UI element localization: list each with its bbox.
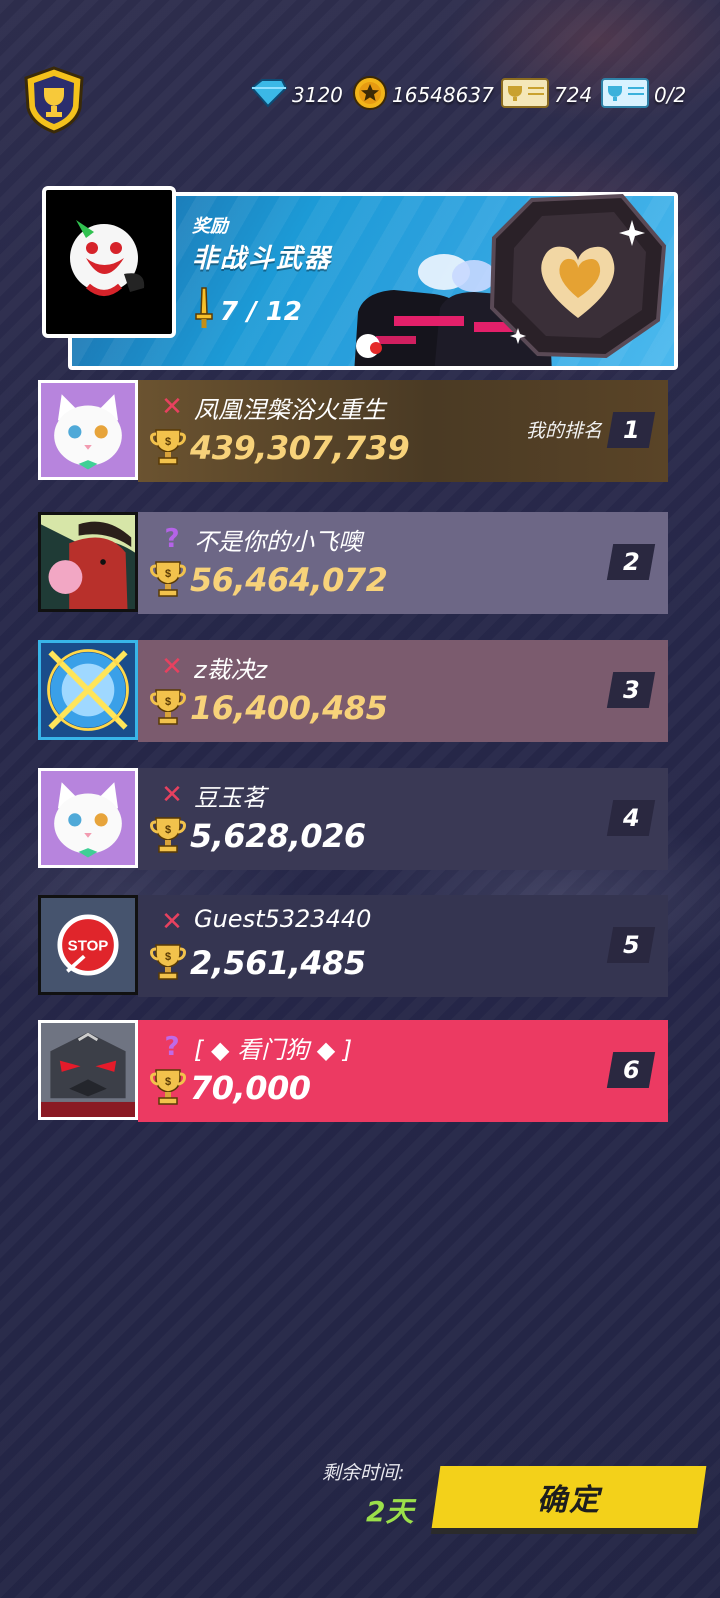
cross-status-icon: ✕ bbox=[161, 907, 183, 937]
trophy-icon: $ bbox=[150, 1066, 186, 1110]
leaderboard-row[interactable]: ✕ 豆玉茗 $5,628,026 4 bbox=[38, 768, 668, 870]
svg-text:$: $ bbox=[165, 1076, 171, 1088]
score-group: $56,464,072 bbox=[150, 558, 388, 602]
unknown-status-icon: ? bbox=[164, 524, 180, 554]
gem-icon bbox=[248, 78, 288, 113]
cross-status-icon: ✕ bbox=[161, 780, 183, 810]
player-name: z裁决z bbox=[194, 656, 268, 684]
unknown-status-icon: ? bbox=[164, 1032, 180, 1062]
reward-progress: 7 / 12 bbox=[192, 286, 302, 337]
trophy-tickets-value: 724 bbox=[554, 83, 593, 107]
player-score: 70,000 bbox=[190, 1069, 311, 1107]
remaining-time-value: 2天 bbox=[366, 1495, 414, 1528]
cross-status-icon: ✕ bbox=[161, 652, 183, 682]
player-score: 56,464,072 bbox=[190, 561, 388, 599]
special-tickets-counter[interactable]: 0/2 bbox=[600, 76, 687, 115]
player-name: Guest5323440 bbox=[194, 905, 372, 933]
rank-badge: 1 bbox=[606, 412, 656, 448]
sword-icon bbox=[192, 286, 216, 337]
coin-icon bbox=[352, 75, 388, 116]
reward-title: 奖励 bbox=[192, 216, 228, 237]
svg-text:$: $ bbox=[165, 568, 171, 580]
player-avatar[interactable] bbox=[38, 768, 138, 868]
coins-counter[interactable]: 16548637 bbox=[352, 75, 494, 112]
score-group: $70,000 bbox=[150, 1066, 311, 1110]
confirm-button-label: 确定 bbox=[537, 1483, 601, 1518]
reward-item-name: 非战斗武器 bbox=[192, 244, 333, 274]
score-group: $2,561,485 bbox=[150, 941, 366, 985]
cross-status-icon: ✕ bbox=[161, 392, 183, 422]
trophy-shield-icon bbox=[24, 66, 84, 134]
player-score: 439,307,739 bbox=[190, 429, 410, 467]
coins-value: 16548637 bbox=[392, 83, 494, 107]
remaining-time-label: 剩余时间: bbox=[322, 1462, 405, 1484]
rank-badge: 3 bbox=[606, 672, 656, 708]
trophy-icon: $ bbox=[150, 426, 186, 470]
trophy-icon: $ bbox=[150, 941, 186, 985]
score-group: $439,307,739 bbox=[150, 426, 410, 470]
gems-counter[interactable]: 3120 bbox=[248, 78, 343, 112]
player-score: 5,628,026 bbox=[190, 817, 366, 855]
blue-ticket-icon bbox=[600, 76, 650, 115]
gold-ticket-icon bbox=[500, 76, 550, 115]
rank-badge: 2 bbox=[606, 544, 656, 580]
trophy-menu-button[interactable] bbox=[18, 64, 90, 136]
leaderboard-row[interactable]: ✕ z裁决z $16,400,485 3 bbox=[38, 640, 668, 742]
player-avatar[interactable] bbox=[38, 1020, 138, 1120]
rank-number: 2 bbox=[622, 548, 640, 576]
svg-text:$: $ bbox=[165, 436, 171, 448]
trophy-icon: $ bbox=[150, 558, 186, 602]
special-tickets-value: 0/2 bbox=[654, 83, 687, 107]
rank-number: 4 bbox=[622, 804, 640, 832]
leaderboard-row[interactable]: STOP ✕ Guest5323440 $2,561,485 5 bbox=[38, 895, 668, 997]
reward-progress-value: 7 / 12 bbox=[220, 296, 302, 327]
rank-number: 3 bbox=[622, 676, 640, 704]
player-name: 不是你的小飞噢 bbox=[194, 528, 362, 556]
player-avatar[interactable]: STOP bbox=[38, 895, 138, 995]
rank-number: 5 bbox=[622, 931, 640, 959]
score-group: $16,400,485 bbox=[150, 686, 388, 730]
svg-text:$: $ bbox=[165, 951, 171, 963]
trophy-tickets-counter[interactable]: 724 bbox=[500, 76, 593, 115]
leaderboard-row[interactable]: ?[ ◆ 看门狗 ◆ ] $70,000 6 bbox=[38, 1020, 668, 1122]
leaderboard-row[interactable]: ? 不是你的小飞噢 $56,464,072 2 bbox=[38, 512, 668, 614]
player-score: 16,400,485 bbox=[190, 689, 388, 727]
svg-text:STOP: STOP bbox=[68, 938, 109, 955]
svg-text:$: $ bbox=[165, 696, 171, 708]
reward-banner[interactable]: 奖励 非战斗武器 7 / 12 bbox=[42, 186, 678, 376]
confirm-button[interactable]: 确定 bbox=[431, 1466, 707, 1528]
trophy-icon: $ bbox=[150, 814, 186, 858]
leaderboard-row[interactable]: ✕ 凤凰涅槃浴火重生 $439,307,739 我的排名 1 bbox=[38, 380, 668, 482]
rank-badge: 6 bbox=[606, 1052, 656, 1088]
player-name: [ ◆ 看门狗 ◆ ] bbox=[194, 1036, 353, 1064]
rank-number: 1 bbox=[622, 416, 640, 444]
player-avatar[interactable] bbox=[38, 380, 138, 480]
reward-bowl-icon bbox=[482, 190, 672, 360]
reward-item-avatar bbox=[42, 186, 176, 338]
player-score: 2,561,485 bbox=[190, 944, 366, 982]
player-name: 凤凰涅槃浴火重生 bbox=[194, 396, 386, 424]
my-rank-label: 我的排名 bbox=[525, 420, 602, 442]
player-avatar[interactable] bbox=[38, 640, 138, 740]
rank-badge: 5 bbox=[606, 927, 656, 963]
score-group: $5,628,026 bbox=[150, 814, 366, 858]
rank-number: 6 bbox=[622, 1056, 640, 1084]
gems-value: 3120 bbox=[292, 83, 343, 107]
rank-badge: 4 bbox=[606, 800, 656, 836]
player-name: 豆玉茗 bbox=[194, 784, 266, 812]
player-avatar[interactable] bbox=[38, 512, 138, 612]
svg-text:$: $ bbox=[165, 824, 171, 836]
trophy-icon: $ bbox=[150, 686, 186, 730]
